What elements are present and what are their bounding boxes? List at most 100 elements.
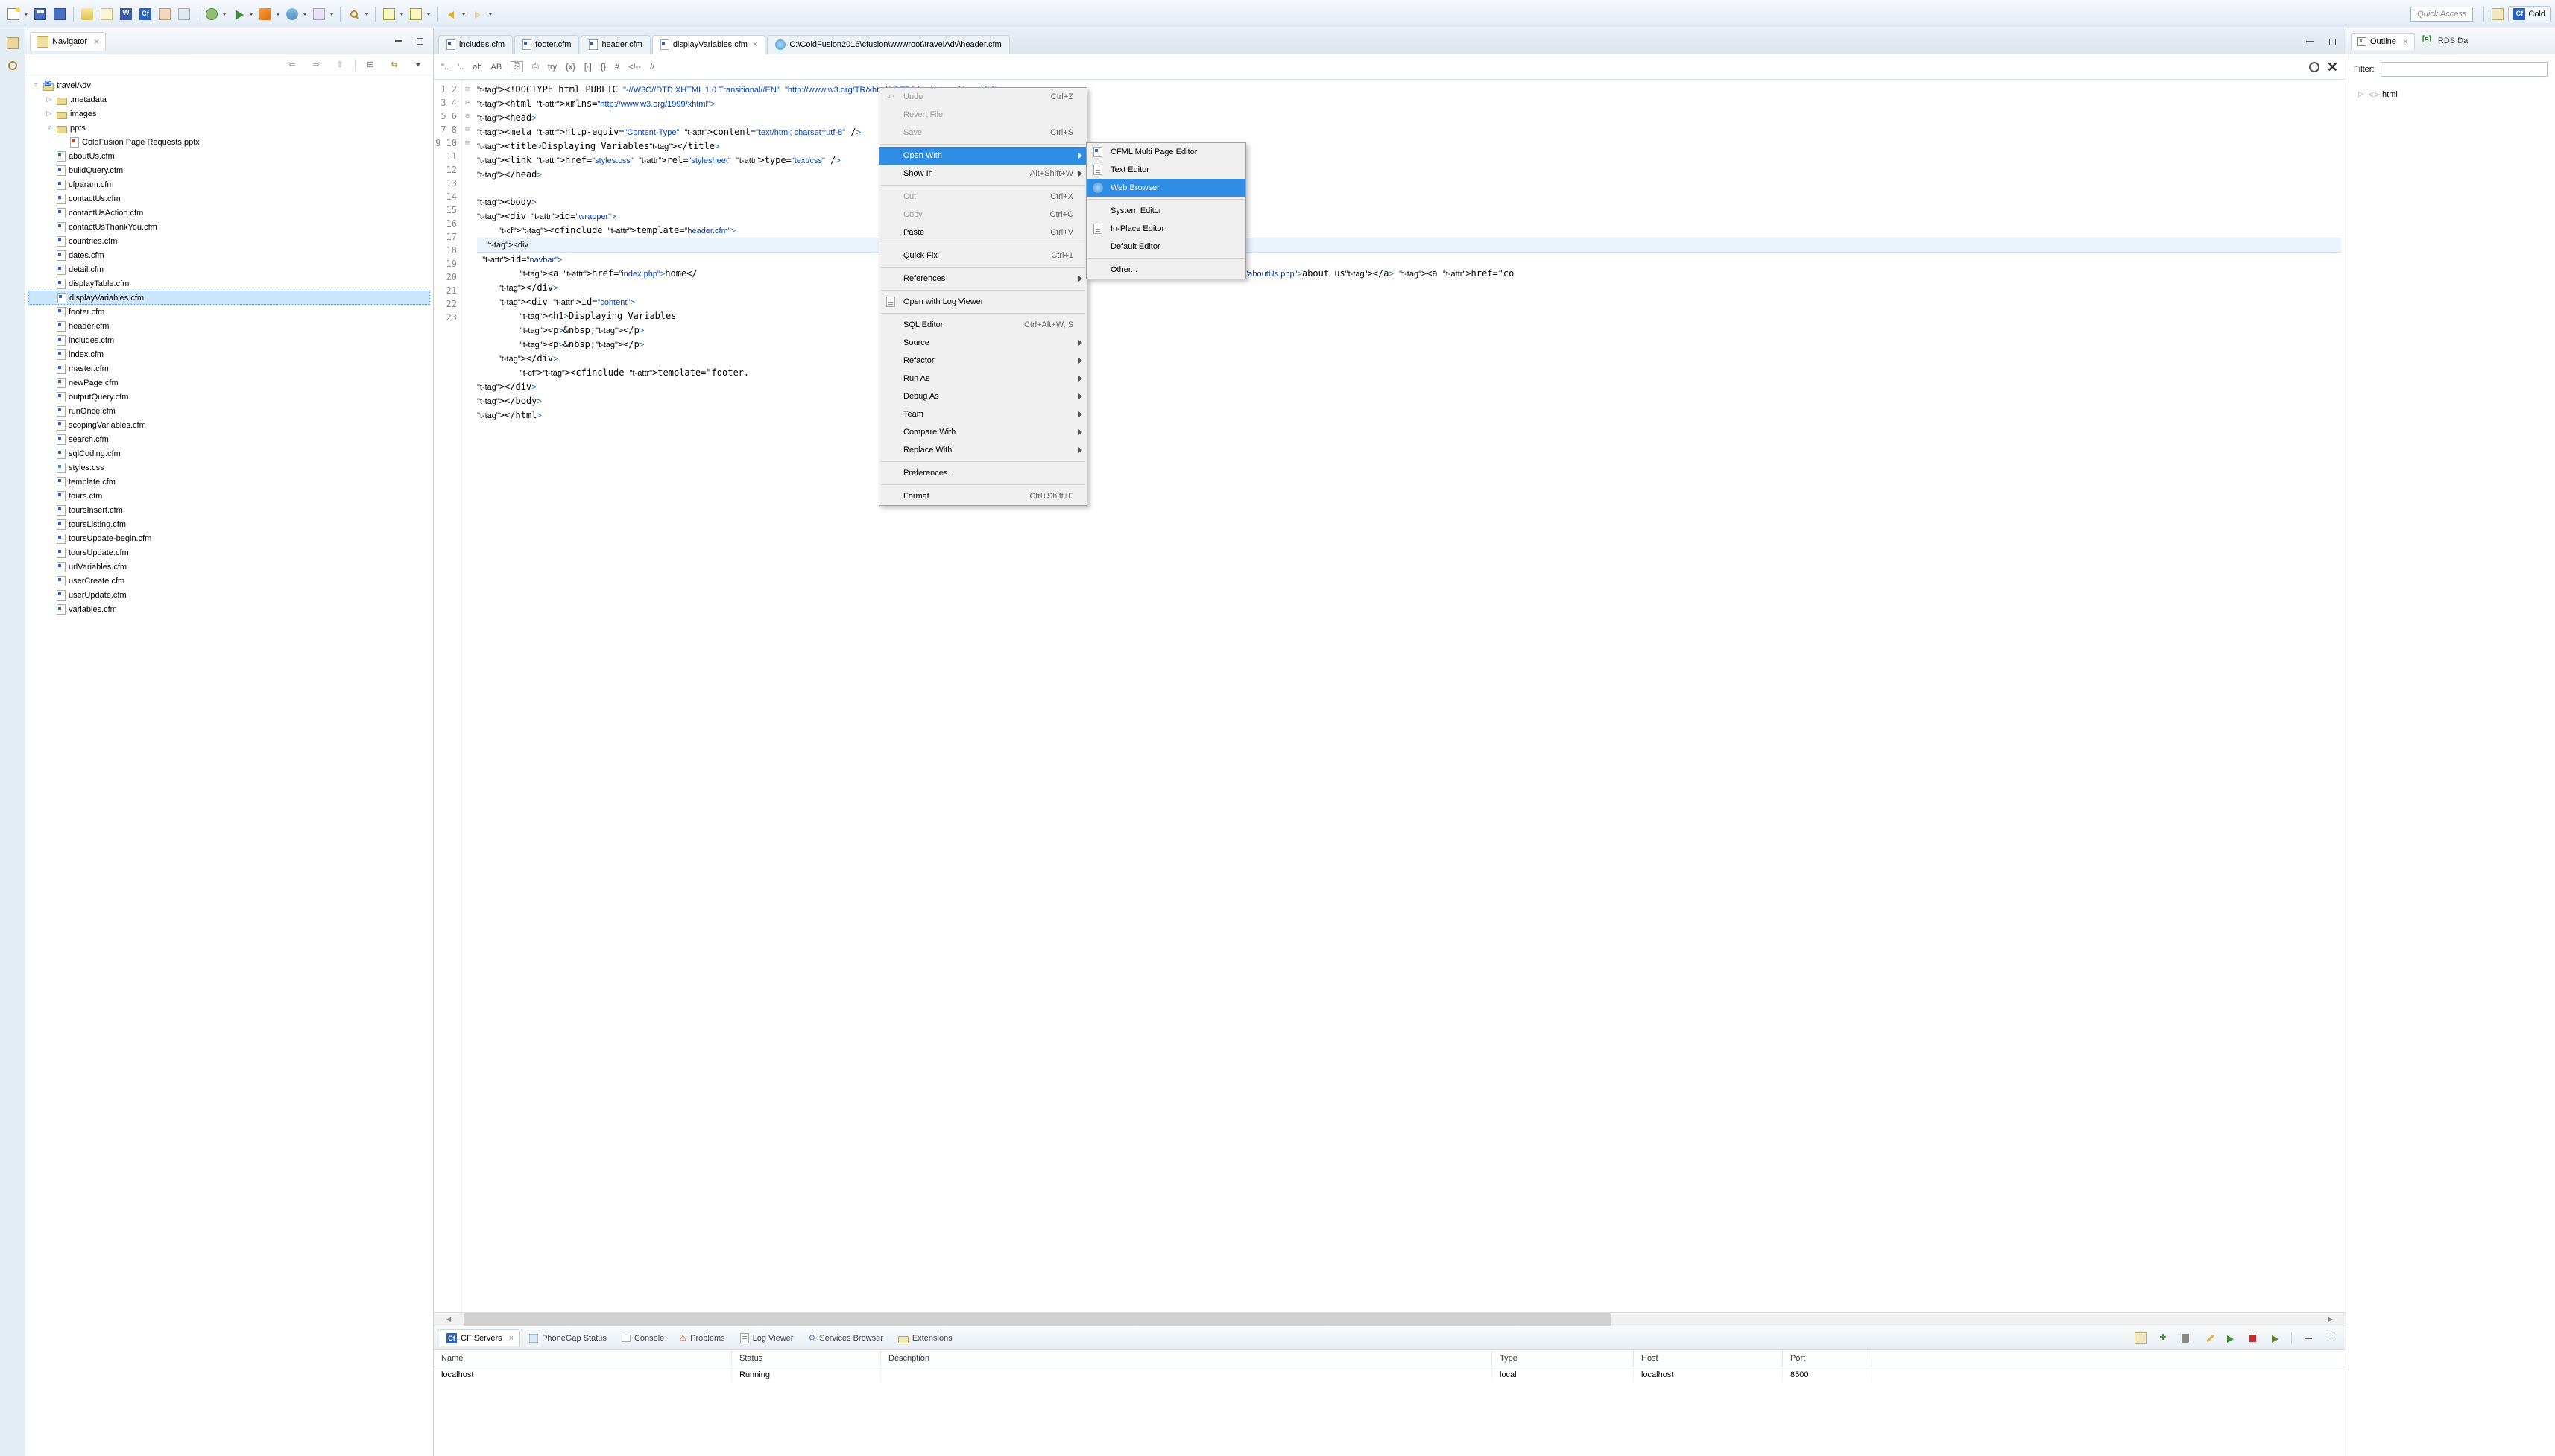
close-icon[interactable]: × — [753, 40, 757, 49]
file-node[interactable]: contactUsThankYou.cfm — [28, 220, 430, 234]
menu-item[interactable]: Open with Log Viewer — [879, 293, 1087, 311]
server-name-cell[interactable]: localhost — [434, 1367, 732, 1382]
ext-config-button[interactable] — [256, 5, 274, 23]
file-node[interactable]: displayVariables.cfm — [28, 291, 430, 305]
file-node[interactable]: runOnce.cfm — [28, 404, 430, 418]
start-server-button[interactable] — [2221, 1329, 2239, 1347]
file-node[interactable]: master.cfm — [28, 361, 430, 376]
column-header[interactable]: Status — [732, 1350, 881, 1367]
bottom-min-button[interactable] — [2299, 1329, 2317, 1347]
file-node[interactable]: template.cfm — [28, 475, 430, 489]
editor-tab[interactable]: C:\ColdFusion2016\cfusion\wwwroot\travel… — [767, 35, 1009, 54]
profile-button[interactable] — [310, 5, 328, 23]
file-node[interactable]: contactUsAction.cfm — [28, 206, 430, 220]
rds-tab[interactable]: [¤] RDS Da — [2418, 32, 2472, 50]
run-dropdown[interactable] — [247, 13, 255, 16]
back-button[interactable] — [442, 5, 460, 23]
word-wrap-button[interactable]: W — [117, 5, 135, 23]
minimize-view-button[interactable] — [390, 32, 408, 50]
submenu-item[interactable]: System Editor — [1087, 202, 1245, 220]
submenu-item[interactable]: CFML Multi Page Editor — [1087, 143, 1245, 161]
maximize-view-button[interactable] — [411, 32, 429, 50]
link-editor-button[interactable]: ⇆ — [385, 56, 403, 74]
file-node[interactable]: countries.cfm — [28, 234, 430, 248]
submenu-item[interactable]: In-Place Editor — [1087, 220, 1245, 238]
switch-button[interactable] — [78, 5, 96, 23]
menu-item[interactable]: Show InAlt+Shift+W — [879, 165, 1087, 183]
column-header[interactable]: Type — [1492, 1350, 1634, 1367]
asset-button-1[interactable] — [156, 5, 174, 23]
column-header[interactable]: Name — [434, 1350, 732, 1367]
close-icon[interactable]: × — [94, 37, 99, 47]
prev-annotation-button[interactable] — [407, 5, 425, 23]
outline-filter-input[interactable] — [2381, 62, 2548, 77]
server-browse-button[interactable] — [2132, 1329, 2150, 1347]
new-button[interactable] — [4, 5, 22, 23]
folder-node[interactable]: ▷images — [28, 107, 430, 121]
save-button[interactable] — [31, 5, 49, 23]
file-node[interactable]: tours.cfm — [28, 489, 430, 503]
menu-item[interactable]: Open With — [879, 147, 1087, 165]
bottom-tab[interactable]: PhoneGap Status — [523, 1331, 613, 1346]
file-node[interactable]: aboutUs.cfm — [28, 149, 430, 163]
menu-item[interactable]: Refactor — [879, 352, 1087, 370]
cf-button[interactable]: Cf — [136, 5, 154, 23]
file-node[interactable]: styles.css — [28, 460, 430, 475]
menu-item[interactable]: SQL EditorCtrl+Alt+W, S — [879, 316, 1087, 334]
debug-button[interactable] — [203, 5, 221, 23]
editor-hscroll[interactable]: ◄ ► — [434, 1312, 2346, 1326]
file-node[interactable]: sqlCoding.cfm — [28, 446, 430, 460]
menu-item[interactable]: Run As — [879, 370, 1087, 387]
file-node[interactable]: includes.cfm — [28, 333, 430, 347]
gear-icon[interactable] — [2309, 62, 2319, 72]
bottom-tab[interactable]: Log Viewer — [734, 1330, 800, 1346]
open-with-submenu[interactable]: CFML Multi Page EditorText EditorWeb Bro… — [1086, 142, 1246, 279]
editor-max-button[interactable] — [2323, 33, 2341, 51]
file-node[interactable]: contactUs.cfm — [28, 192, 430, 206]
back-nav-button[interactable]: ⇐ — [283, 56, 301, 74]
close-icon[interactable]: × — [2403, 37, 2408, 47]
file-node[interactable]: buildQuery.cfm — [28, 163, 430, 177]
ext-build-button[interactable] — [283, 5, 301, 23]
menu-item[interactable]: Replace With — [879, 441, 1087, 459]
file-node[interactable]: search.cfm — [28, 432, 430, 446]
file-node[interactable]: displayTable.cfm — [28, 276, 430, 291]
submenu-item[interactable]: Other... — [1087, 261, 1245, 279]
folder-node[interactable]: ▷.metadata — [28, 92, 430, 107]
menu-item[interactable]: References — [879, 270, 1087, 288]
code-editor[interactable]: 1 2 3 4 5 6 7 8 9 10 11 12 13 14 15 16 1… — [434, 80, 2346, 1312]
fast-view-1[interactable] — [4, 34, 22, 52]
delete-server-button[interactable] — [2176, 1329, 2194, 1347]
perspective-button[interactable]: CfCold — [2508, 6, 2551, 22]
file-node[interactable]: toursListing.cfm — [28, 517, 430, 531]
menu-item[interactable]: Compare With — [879, 423, 1087, 441]
fast-view-2[interactable] — [4, 57, 22, 75]
submenu-item[interactable]: Web Browser — [1087, 179, 1245, 197]
file-node[interactable]: userCreate.cfm — [28, 574, 430, 588]
submenu-item[interactable]: Default Editor — [1087, 238, 1245, 256]
menu-item[interactable]: FormatCtrl+Shift+F — [879, 487, 1087, 505]
editor-context-menu[interactable]: ↶UndoCtrl+ZRevert FileSaveCtrl+SOpen Wit… — [879, 87, 1087, 506]
bottom-max-button[interactable] — [2322, 1329, 2340, 1347]
file-node[interactable]: header.cfm — [28, 319, 430, 333]
file-node[interactable]: dates.cfm — [28, 248, 430, 262]
file-node[interactable]: detail.cfm — [28, 262, 430, 276]
editor-tab[interactable]: displayVariables.cfm× — [652, 35, 766, 54]
file-node[interactable]: outputQuery.cfm — [28, 390, 430, 404]
navigator-tab[interactable]: Navigator × — [30, 32, 106, 51]
bottom-tab[interactable]: Console — [616, 1331, 670, 1346]
submenu-item[interactable]: Text Editor — [1087, 161, 1245, 179]
bottom-tab[interactable]: ⚙Services Browser — [802, 1330, 888, 1346]
outline-tab[interactable]: Outline × — [2351, 33, 2415, 50]
editor-tab[interactable]: footer.cfm — [514, 35, 579, 54]
up-nav-button[interactable]: ⇧ — [331, 56, 349, 74]
open-button[interactable] — [98, 5, 116, 23]
menu-item[interactable]: Source — [879, 334, 1087, 352]
run-button[interactable] — [230, 5, 247, 23]
next-annotation-button[interactable] — [380, 5, 398, 23]
forward-button[interactable] — [469, 5, 487, 23]
asset-button-2[interactable] — [175, 5, 193, 23]
column-header[interactable]: Description — [881, 1350, 1492, 1367]
file-node[interactable]: scopingVariables.cfm — [28, 418, 430, 432]
file-node[interactable]: variables.cfm — [28, 602, 430, 616]
